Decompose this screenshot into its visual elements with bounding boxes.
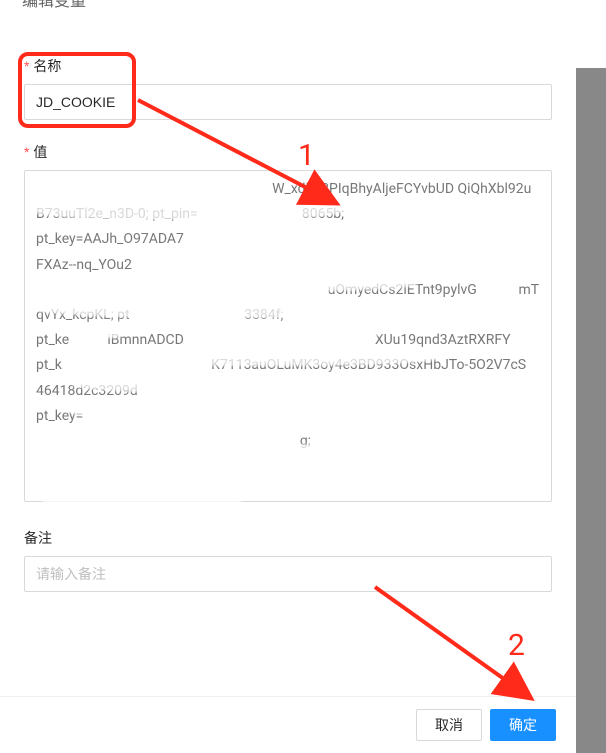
name-label: 名称 — [24, 56, 552, 76]
remark-label: 备注 — [24, 528, 552, 548]
name-input[interactable] — [24, 84, 552, 120]
confirm-button[interactable]: 确定 — [490, 709, 556, 741]
modal-header: 编辑变量 — [0, 0, 576, 10]
modal-footer: 取消 确定 — [0, 696, 576, 753]
background-strip — [576, 0, 606, 68]
modal-body: 名称 值 备注 — [0, 10, 576, 696]
form-item-name: 名称 — [24, 56, 552, 120]
value-label: 值 — [24, 142, 552, 162]
cancel-button[interactable]: 取消 — [416, 709, 482, 741]
modal-title: 编辑变量 — [22, 0, 86, 11]
edit-variable-modal: 编辑变量 名称 值 备注 取消 确定 — [0, 0, 576, 753]
value-textarea[interactable] — [24, 170, 552, 502]
remark-input[interactable] — [24, 556, 552, 592]
form-item-value: 值 — [24, 142, 552, 506]
form-item-remark: 备注 — [24, 528, 552, 592]
